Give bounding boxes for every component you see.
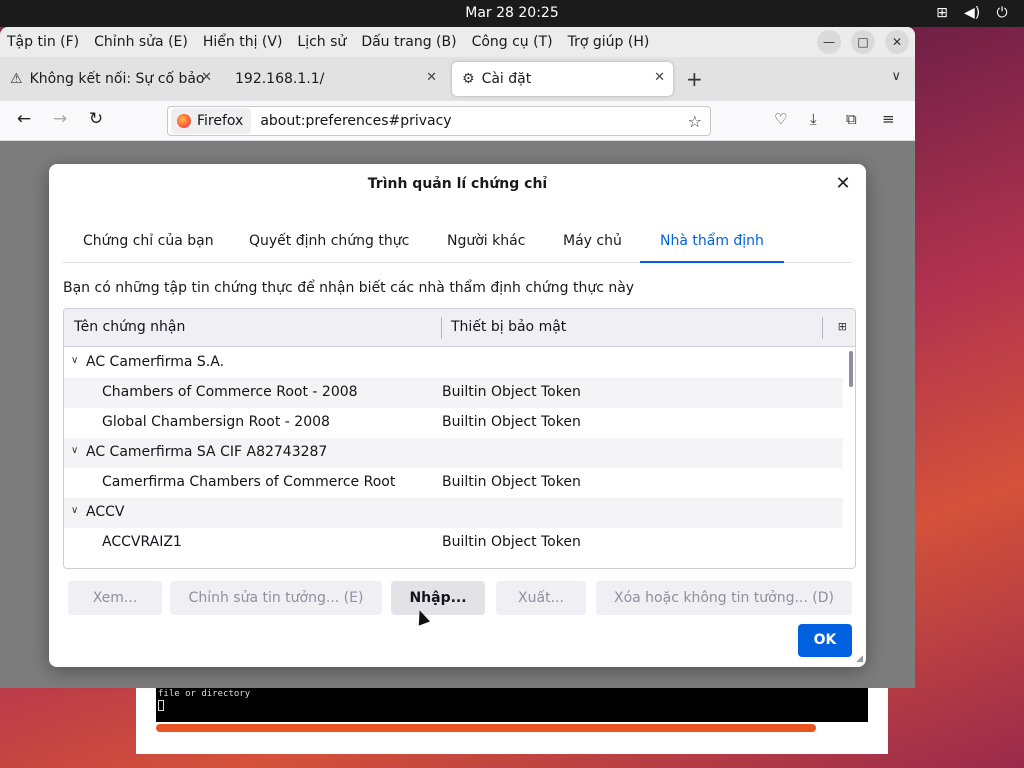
gear-icon: ⚙ (462, 71, 475, 87)
certificate-manager-dialog: Trình quản lí chứng chỉ ✕ Chứng chỉ của … (49, 164, 866, 667)
tree-rows: ∨ AC Camerfirma S.A. Chambers of Commerc… (64, 348, 843, 558)
import-button[interactable]: Nhập... (391, 581, 485, 615)
tab-label: 192.168.1.1/ (235, 71, 325, 87)
row-token: Builtin Object Token (442, 414, 581, 430)
tab-servers[interactable]: Máy chủ (543, 222, 642, 263)
column-header-device[interactable]: Thiết bị bảo mật (451, 319, 566, 335)
column-picker-icon[interactable]: ⊞ (838, 320, 847, 333)
tree-row[interactable]: Camerfirma Chambers of Commerce Root Bui… (64, 468, 843, 498)
firefox-logo-icon (177, 114, 191, 128)
terminal-screen[interactable]: file or directory (156, 686, 868, 722)
volume-icon[interactable]: ◀) (964, 5, 980, 21)
view-button[interactable]: Xem... (68, 581, 162, 615)
edit-trust-button[interactable]: Chỉnh sửa tin tưởng... (E) (170, 581, 382, 615)
power-icon[interactable]: ⏻ (994, 5, 1010, 21)
identity-label: Firefox (197, 113, 244, 129)
identity-badge[interactable]: Firefox (171, 108, 252, 134)
row-token: Builtin Object Token (442, 384, 581, 400)
warning-icon: ⚠ (10, 71, 23, 87)
tree-scrollbar[interactable] (849, 351, 853, 387)
row-name: Camerfirma Chambers of Commerce Root (102, 474, 396, 490)
back-icon[interactable]: ← (12, 109, 36, 129)
system-tray[interactable]: ⊞ ◀) ⏻ (934, 5, 1010, 21)
row-name: AC Camerfirma S.A. (86, 354, 225, 370)
column-header-name[interactable]: Tên chứng nhận (74, 319, 185, 335)
tab-authorities[interactable]: Nhà thẩm định (640, 222, 784, 263)
tree-row-group[interactable]: ∨ ACCV (64, 498, 843, 528)
tab-settings[interactable]: ⚙ Cài đặt ✕ (452, 62, 673, 96)
chevron-down-icon[interactable]: ∨ (71, 355, 78, 366)
resize-grip-icon[interactable]: ◢ (856, 654, 863, 664)
window-controls: — □ ✕ (817, 30, 909, 54)
close-window-button[interactable]: ✕ (885, 30, 909, 54)
network-icon[interactable]: ⊞ (934, 5, 950, 21)
minimize-button[interactable]: — (817, 30, 841, 54)
row-name: Chambers of Commerce Root - 2008 (102, 384, 358, 400)
reload-icon[interactable]: ↻ (84, 109, 108, 129)
menu-tools[interactable]: Công cụ (T) (472, 34, 553, 50)
tree-row-group[interactable]: ∨ AC Camerfirma SA CIF A82743287 (64, 438, 843, 468)
row-token: Builtin Object Token (442, 534, 581, 550)
dialog-tabs: Chứng chỉ của bạn Quyết định chứng thực … (63, 222, 852, 263)
ok-button[interactable]: OK (798, 624, 852, 657)
extensions-icon[interactable]: ⧉ (846, 110, 857, 128)
terminal-output: file or directory (158, 689, 251, 699)
maximize-button[interactable]: □ (851, 30, 875, 54)
terminal-cursor (158, 700, 164, 711)
list-all-tabs-icon[interactable]: ∨ (891, 69, 901, 84)
menu-bar: Tập tin (F) Chỉnh sửa (E) Hiển thị (V) L… (0, 27, 915, 57)
clock[interactable]: Mar 28 20:25 (0, 5, 1024, 21)
delete-distrust-button[interactable]: Xóa hoặc không tin tưởng... (D) (596, 581, 852, 615)
menu-history[interactable]: Lịch sử (297, 34, 346, 50)
tree-row[interactable]: Chambers of Commerce Root - 2008 Builtin… (64, 378, 843, 408)
certificate-tree[interactable]: Tên chứng nhận Thiết bị bảo mật ⊞ ∨ AC C… (63, 308, 856, 569)
row-name: ACCV (86, 504, 125, 520)
column-separator[interactable] (441, 317, 442, 339)
tab-connection-error[interactable]: ⚠ Không kết nối: Sự cố bảo ✕ (0, 62, 220, 96)
terminal-window[interactable]: file or directory (136, 686, 888, 754)
menu-bookmarks[interactable]: Dấu trang (B) (361, 34, 456, 50)
pocket-icon[interactable]: ♡ (774, 110, 787, 128)
new-tab-button[interactable]: + (686, 67, 703, 91)
terminal-progress-bar (156, 724, 816, 732)
tree-header: Tên chứng nhận Thiết bị bảo mật ⊞ (64, 309, 855, 347)
hamburger-menu-icon[interactable]: ≡ (882, 110, 895, 128)
row-name: ACCVRAIZ1 (102, 534, 182, 550)
tab-bar: ⚠ Không kết nối: Sự cố bảo ✕ 192.168.1.1… (0, 57, 915, 101)
bookmark-star-icon[interactable]: ☆ (688, 112, 702, 131)
menu-help[interactable]: Trợ giúp (H) (568, 34, 650, 50)
close-tab-icon[interactable]: ✕ (426, 70, 437, 85)
row-token: Builtin Object Token (442, 474, 581, 490)
tree-row[interactable]: Global Chambersign Root - 2008 Builtin O… (64, 408, 843, 438)
forward-icon[interactable]: → (48, 109, 72, 129)
system-top-bar: Mar 28 20:25 ⊞ ◀) ⏻ (0, 0, 1024, 27)
downloads-icon[interactable]: ⤓ (810, 110, 817, 128)
address-bar[interactable]: Firefox about:preferences#privacy ☆ (167, 106, 711, 136)
column-separator[interactable] (822, 317, 823, 339)
menu-view[interactable]: Hiển thị (V) (203, 34, 283, 50)
row-name: AC Camerfirma SA CIF A82743287 (86, 444, 328, 460)
tab-label: Cài đặt (481, 71, 532, 87)
tab-label: Không kết nối: Sự cố bảo (29, 71, 205, 87)
export-button[interactable]: Xuất... (496, 581, 586, 615)
tree-row-group[interactable]: ∨ AC Camerfirma S.A. (64, 348, 843, 378)
close-icon[interactable]: ✕ (832, 173, 854, 195)
close-tab-icon[interactable]: ✕ (201, 70, 212, 85)
url-text[interactable]: about:preferences#privacy (260, 113, 451, 129)
navigation-toolbar: ← → ↻ Firefox about:preferences#privacy … (0, 101, 915, 141)
tab-people[interactable]: Người khác (427, 222, 545, 263)
tab-your-certificates[interactable]: Chứng chỉ của bạn (63, 222, 234, 263)
close-tab-icon[interactable]: ✕ (654, 70, 665, 85)
tree-row[interactable]: ACCVRAIZ1 Builtin Object Token (64, 528, 843, 558)
chevron-down-icon[interactable]: ∨ (71, 505, 78, 516)
tab-router[interactable]: 192.168.1.1/ ✕ (225, 62, 445, 96)
row-name: Global Chambersign Root - 2008 (102, 414, 330, 430)
menu-edit[interactable]: Chỉnh sửa (E) (94, 34, 188, 50)
chevron-down-icon[interactable]: ∨ (71, 445, 78, 456)
dialog-title: Trình quản lí chứng chỉ (367, 176, 548, 192)
menu-file[interactable]: Tập tin (F) (7, 34, 79, 50)
dialog-description: Bạn có những tập tin chứng thực để nhận … (63, 280, 635, 296)
tab-authentication-decisions[interactable]: Quyết định chứng thực (229, 222, 429, 263)
